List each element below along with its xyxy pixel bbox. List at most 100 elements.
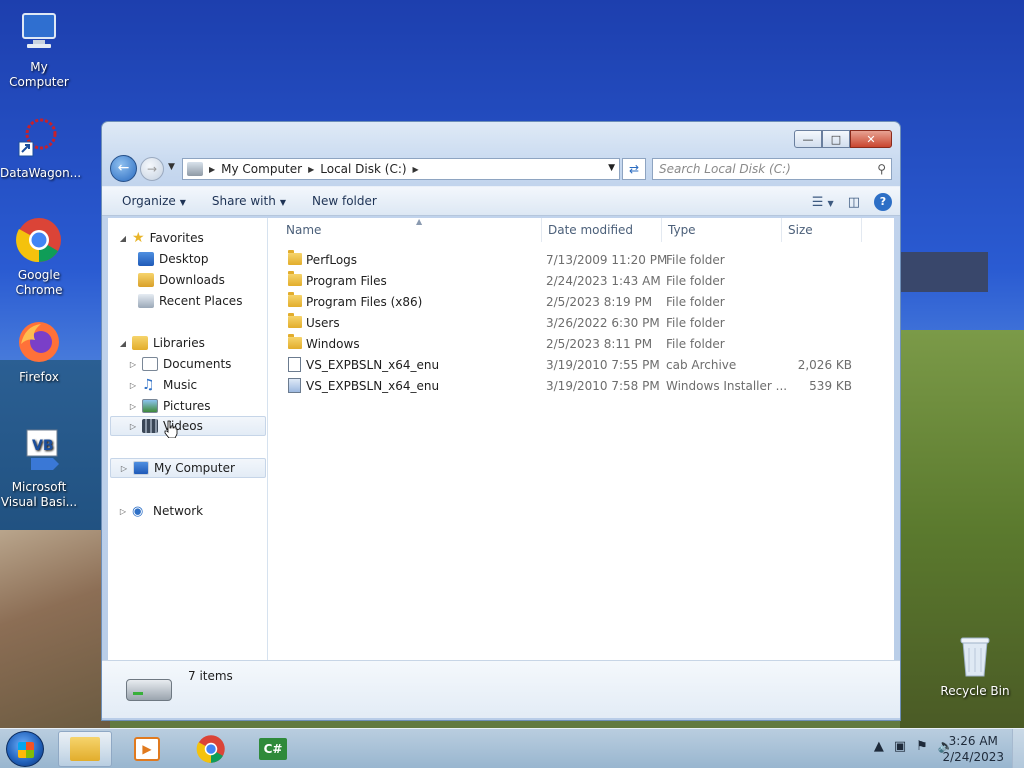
column-header-name-label: Name [286,223,322,237]
network-icon: ◉ [132,503,144,519]
address-bar[interactable]: ▶ My Computer ▶ Local Disk (C:) ▶ ▼ [182,158,620,180]
forward-button[interactable]: → [140,157,164,181]
computer-icon [133,461,149,475]
file-row[interactable]: Users 3/26/2022 6:30 PM File folder [276,313,876,334]
collapsed-arrow-icon[interactable]: ▷ [118,507,128,516]
taskbar-chrome-button[interactable] [184,731,238,767]
column-header-date-modified[interactable]: Date modified [542,218,662,242]
recycle-bin-icon [951,632,999,680]
desktop-icon-label: My Computer [9,60,69,89]
file-name: VS_EXPBSLN_x64_enu [306,379,440,393]
desktop-icon-recycle-bin[interactable]: Recycle Bin [936,632,1014,699]
recent-pages-dropdown[interactable]: ▼ [168,162,175,172]
nav-downloads[interactable]: Downloads [138,270,225,290]
nav-network-label: Network [153,504,204,518]
show-hidden-icons-icon[interactable]: ▲ [874,739,884,754]
breadcrumb-chevron-icon[interactable]: ▶ [413,165,419,174]
explorer-window: — □ ✕ ← → ▼ ▶ My Computer ▶ Local Disk (… [101,121,901,721]
collapsed-arrow-icon[interactable]: ▷ [128,381,138,390]
search-input[interactable]: Search Local Disk (C:) ⚲ [652,158,892,180]
file-row[interactable]: PerfLogs 7/13/2009 11:20 PM File folder [276,250,876,271]
expanded-arrow-icon[interactable]: ◢ [118,234,128,243]
share-with-menu-button[interactable]: Share with ▼ [206,194,292,208]
chevron-down-icon: ▼ [279,198,286,207]
file-type: File folder [666,295,725,309]
collapsed-arrow-icon[interactable]: ▷ [128,360,138,369]
nav-documents[interactable]: ▷ Documents [128,354,231,374]
taskbar-explorer-button[interactable] [58,731,112,767]
column-header-type[interactable]: Type [662,218,782,242]
action-center-flag-icon[interactable]: ⚑ [916,739,928,754]
collapsed-arrow-icon[interactable]: ▷ [128,422,138,431]
search-icon[interactable]: ⚲ [877,159,886,179]
refresh-button[interactable]: ⇄ [622,158,646,180]
file-date: 3/19/2010 7:55 PM [546,358,660,372]
collapsed-arrow-icon[interactable]: ▷ [119,464,129,473]
change-view-icon[interactable]: ☰ ▼ [812,195,834,210]
datawagon-icon [15,114,63,162]
desktop-wallpaper-rocks [0,530,110,730]
nav-downloads-label: Downloads [159,273,225,287]
breadcrumb-chevron-icon[interactable]: ▶ [308,165,314,174]
desktop-icon-label: Firefox [19,370,59,384]
desktop-icon-firefox[interactable]: Firefox [0,318,78,385]
sort-ascending-icon: ▲ [416,217,423,226]
file-row[interactable]: VS_EXPBSLN_x64_enu 3/19/2010 7:58 PM Win… [276,376,876,397]
nav-my-computer[interactable]: ▷ My Computer [110,458,266,478]
nav-music[interactable]: ▷ ♫ Music [128,375,197,395]
file-row[interactable]: Program Files (x86) 2/5/2023 8:19 PM Fil… [276,292,876,313]
breadcrumb-chevron-icon[interactable]: ▶ [209,165,215,174]
desktop-icon-visual-basic[interactable]: VB Microsoft Visual Basi... [0,428,78,510]
start-button[interactable] [6,731,44,767]
navigation-pane: ◢ ★ Favorites Desktop Downloads Recent P… [108,218,268,660]
nav-favorites[interactable]: ◢ ★ Favorites [118,228,204,248]
organize-menu-button[interactable]: Organize ▼ [116,194,192,208]
taskbar-media-player-button[interactable]: ▶ [120,731,174,767]
media-player-icon: ▶ [134,737,160,761]
drive-breadcrumb-icon [187,162,203,176]
preview-pane-icon[interactable]: ◫ [848,195,860,210]
installer-icon [288,378,301,393]
file-type: cab Archive [666,358,737,372]
file-row[interactable]: Program Files 2/24/2023 1:43 AM File fol… [276,271,876,292]
nav-recent-places[interactable]: Recent Places [138,291,242,311]
nav-videos[interactable]: ▷ Videos [110,416,266,436]
nav-libraries-label: Libraries [153,336,205,350]
breadcrumb-my-computer[interactable]: My Computer [221,162,302,176]
chrome-icon [196,735,225,763]
file-name: Program Files [306,274,387,288]
network-icon[interactable]: ▣ [894,739,906,754]
back-button[interactable]: ← [110,155,137,182]
nav-libraries[interactable]: ◢ Libraries [118,333,205,353]
desktop-icon-datawagon[interactable]: DataWagon... [0,114,81,181]
nav-desktop[interactable]: Desktop [138,249,209,269]
nav-network[interactable]: ▷ ◉ Network [118,501,203,521]
clock-time: 3:26 AM [948,734,998,748]
clock[interactable]: 3:26 AM 2/24/2023 [942,733,1004,765]
taskbar-csharp-button[interactable]: C# [246,731,300,767]
help-icon[interactable]: ? [874,193,892,211]
new-folder-button[interactable]: New folder [306,194,383,208]
collapsed-arrow-icon[interactable]: ▷ [128,402,138,411]
nav-desktop-label: Desktop [159,252,209,266]
details-pane: 7 items [102,660,900,718]
file-name: Users [306,316,340,330]
close-button[interactable]: ✕ [850,130,892,148]
nav-pictures[interactable]: ▷ Pictures [128,396,211,416]
column-header-name[interactable]: ▲ Name [280,217,542,242]
breadcrumb-local-disk[interactable]: Local Disk (C:) [320,162,406,176]
nav-pictures-label: Pictures [163,399,211,413]
show-desktop-button[interactable] [1012,729,1024,768]
desktop-icon-google-chrome[interactable]: Google Chrome [0,216,78,298]
desktop-icon-my-computer[interactable]: My Computer [0,8,78,90]
folder-icon [288,250,302,265]
expanded-arrow-icon[interactable]: ◢ [118,339,128,348]
file-name: Windows [306,337,360,351]
minimize-button[interactable]: — [794,130,822,148]
column-header-size[interactable]: Size [782,218,862,242]
file-date: 7/13/2009 11:20 PM [546,253,668,267]
file-row[interactable]: VS_EXPBSLN_x64_enu 3/19/2010 7:55 PM cab… [276,355,876,376]
maximize-button[interactable]: □ [822,130,850,148]
file-row[interactable]: Windows 2/5/2023 8:11 PM File folder [276,334,876,355]
address-history-dropdown-icon[interactable]: ▼ [608,163,615,173]
